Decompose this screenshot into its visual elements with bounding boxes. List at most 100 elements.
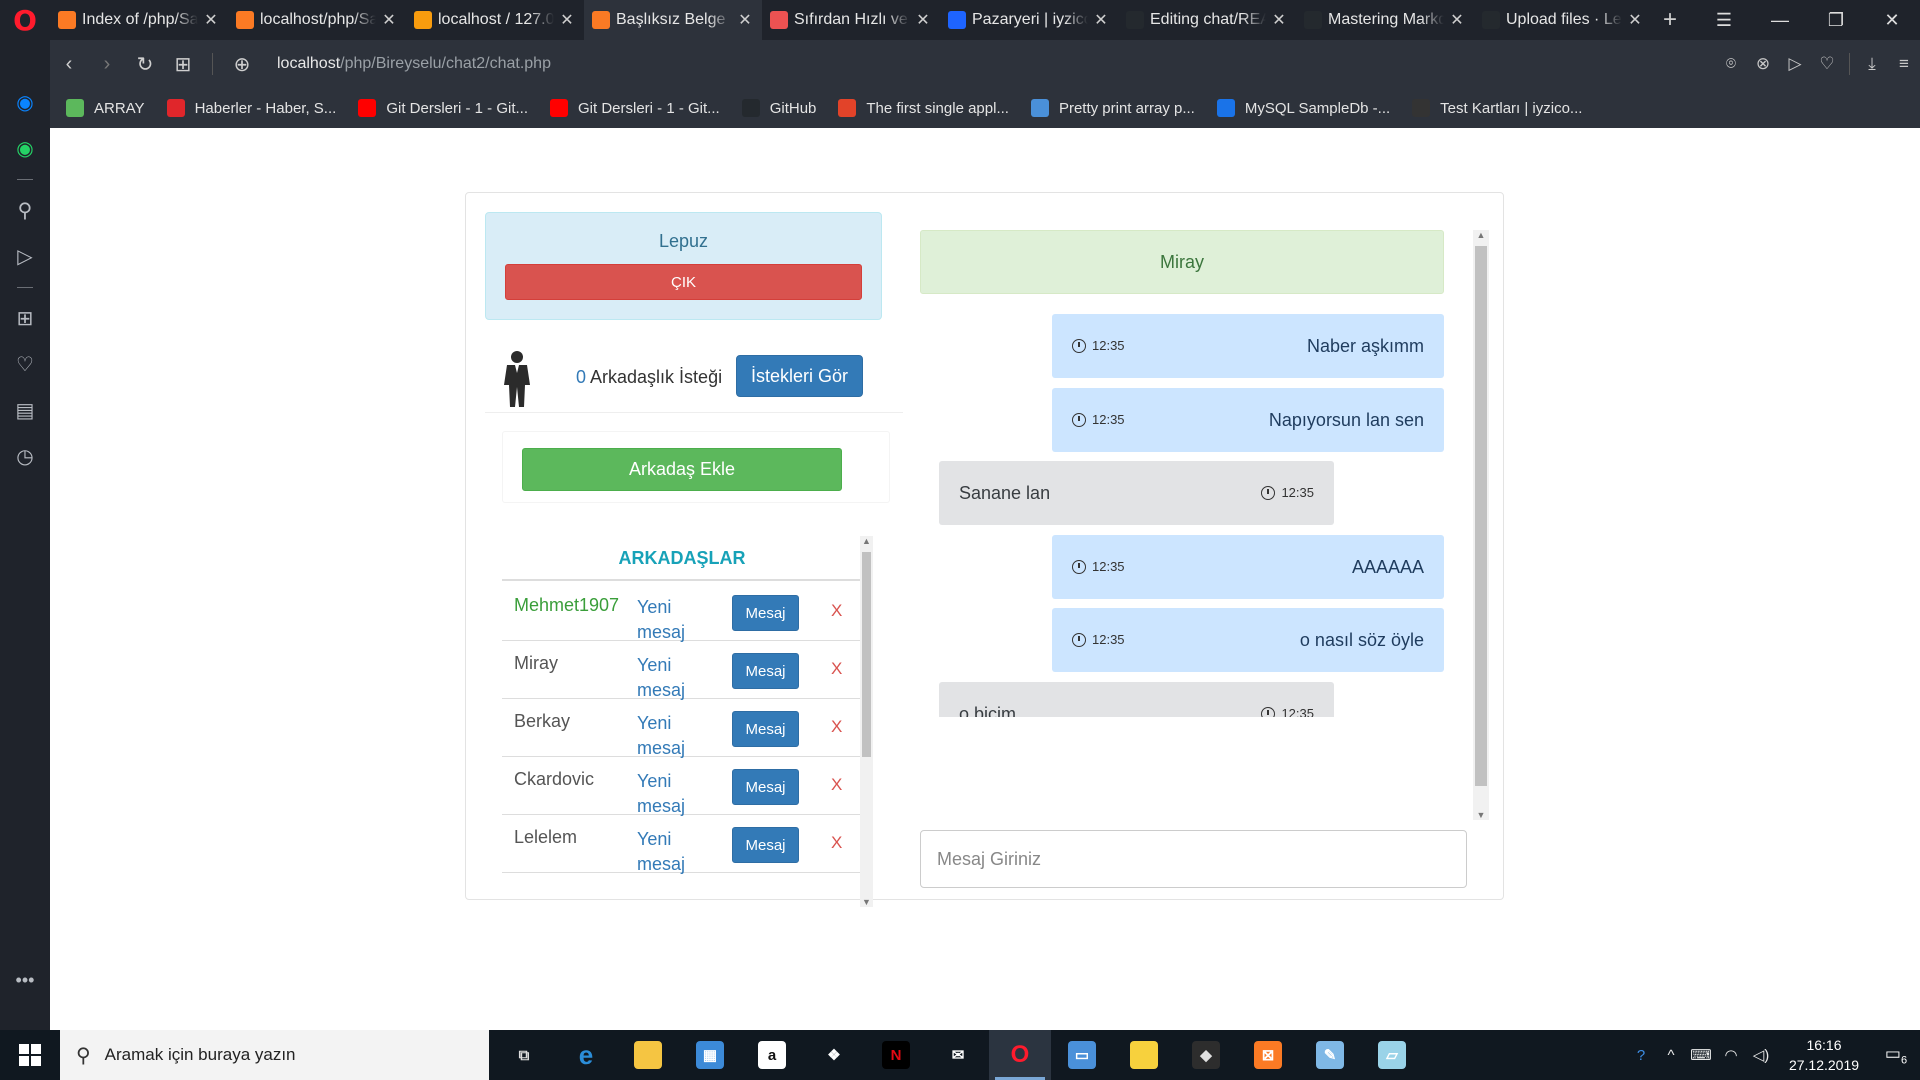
friend-name[interactable]: Mehmet1907 xyxy=(514,595,619,616)
site-info-icon[interactable]: ⊕ xyxy=(223,52,261,77)
more-icon[interactable]: ••• xyxy=(0,970,50,991)
close-tab-icon[interactable]: ✕ xyxy=(1092,10,1110,30)
reload-icon[interactable]: ↻ xyxy=(126,52,164,77)
messenger-icon[interactable]: ◉ xyxy=(0,90,50,115)
sticky-notes-icon[interactable] xyxy=(1113,1030,1175,1080)
new-message-link[interactable]: Yeni mesaj xyxy=(637,827,697,877)
edge-icon[interactable]: e xyxy=(555,1030,617,1080)
windows-start-icon[interactable] xyxy=(0,1030,60,1080)
browser-tab[interactable]: localhost / 127.0 ✕ xyxy=(406,0,584,40)
scroll-thumb[interactable] xyxy=(1475,246,1487,786)
whatsapp-icon[interactable]: ◉ xyxy=(0,136,50,161)
close-tab-icon[interactable]: ✕ xyxy=(1448,10,1466,30)
speed-dial-icon[interactable]: ⊞ xyxy=(164,52,202,77)
chevron-up-icon[interactable]: ^ xyxy=(1656,1047,1686,1064)
volume-icon[interactable]: ◁) xyxy=(1746,1046,1776,1064)
close-tab-icon[interactable]: ✕ xyxy=(380,10,398,30)
easy-setup-icon[interactable]: ≡ xyxy=(1888,54,1920,74)
history-icon[interactable]: ◷ xyxy=(0,444,50,469)
dropbox-icon[interactable]: ❖ xyxy=(803,1030,865,1080)
new-message-link[interactable]: Yeni mesaj xyxy=(637,711,697,761)
browser-tab[interactable]: localhost/php/Sa ✕ xyxy=(228,0,406,40)
remove-friend-button[interactable]: X xyxy=(831,717,842,737)
bookmark-item[interactable]: Test Kartları | iyzico... xyxy=(1412,99,1582,117)
bookmark-item[interactable]: ARRAY xyxy=(66,99,145,117)
opera-menu-icon[interactable]: O xyxy=(0,0,50,40)
minimize-icon[interactable]: — xyxy=(1752,0,1808,40)
news-icon[interactable]: ▤ xyxy=(0,398,50,423)
mail-icon[interactable]: ✉ xyxy=(927,1030,989,1080)
amazon-icon[interactable]: a xyxy=(741,1030,803,1080)
downloads-icon[interactable]: ⤓ xyxy=(1856,54,1888,74)
bookmark-item[interactable]: Haberler - Haber, S... xyxy=(166,99,336,117)
close-tab-icon[interactable]: ✕ xyxy=(1626,10,1644,30)
remove-friend-button[interactable]: X xyxy=(831,601,842,621)
scroll-down-icon[interactable]: ▼ xyxy=(860,897,873,907)
netflix-icon[interactable]: N xyxy=(865,1030,927,1080)
bookmark-item[interactable]: The first single appl... xyxy=(838,99,1009,117)
back-icon[interactable]: ‹ xyxy=(50,53,88,76)
keyboard-icon[interactable]: ⌨ xyxy=(1686,1046,1716,1064)
bookmark-item[interactable]: Git Dersleri - 1 - Git... xyxy=(358,99,528,117)
bookmark-item[interactable]: MySQL SampleDb -... xyxy=(1216,99,1390,117)
bookmarks-icon[interactable]: ♡ xyxy=(0,352,50,377)
url-field[interactable]: localhost/php/Bireyselu/chat2/chat.php xyxy=(277,55,551,73)
restore-icon[interactable]: ❐ xyxy=(1808,0,1864,40)
search-icon[interactable]: ⚲ xyxy=(0,198,50,223)
message-button[interactable]: Mesaj xyxy=(732,827,799,863)
new-message-link[interactable]: Yeni mesaj xyxy=(637,653,697,703)
speed-dial-icon[interactable]: ⊞ xyxy=(0,306,50,331)
message-button[interactable]: Mesaj xyxy=(732,711,799,747)
xampp-icon[interactable]: ⊠ xyxy=(1237,1030,1299,1080)
browser-tab[interactable]: Pazaryeri | iyzico ✕ xyxy=(940,0,1118,40)
friend-name[interactable]: Ckardovic xyxy=(514,769,594,790)
close-tab-icon[interactable]: ✕ xyxy=(914,10,932,30)
taskbar-search[interactable]: ⚲ Aramak için buraya yazın xyxy=(60,1030,489,1080)
close-tab-icon[interactable]: ✕ xyxy=(736,10,754,30)
friend-name[interactable]: Miray xyxy=(514,653,558,674)
send-icon[interactable]: ▷ xyxy=(1779,54,1811,74)
wifi-icon[interactable]: ◠ xyxy=(1716,1046,1746,1064)
scroll-down-icon[interactable]: ▼ xyxy=(1473,810,1489,820)
close-tab-icon[interactable]: ✕ xyxy=(1270,10,1288,30)
message-input[interactable] xyxy=(920,830,1467,888)
bookmark-item[interactable]: Pretty print array p... xyxy=(1030,99,1195,117)
task-view-icon[interactable]: ⧉ xyxy=(493,1030,555,1080)
message-button[interactable]: Mesaj xyxy=(732,769,799,805)
app-icon[interactable]: ▭ xyxy=(1051,1030,1113,1080)
taskbar-clock[interactable]: 16:16 27.12.2019 xyxy=(1776,1035,1872,1075)
browser-tab[interactable]: Editing chat/REA ✕ xyxy=(1118,0,1296,40)
notifications-icon[interactable]: ▭6 xyxy=(1872,1044,1920,1066)
help-icon[interactable]: ? xyxy=(1626,1047,1656,1064)
adblock-icon[interactable]: ⊗ xyxy=(1747,54,1779,74)
view-requests-button[interactable]: İstekleri Gör xyxy=(736,355,863,397)
opera-taskbar-icon[interactable]: O xyxy=(989,1030,1051,1080)
chat-scrollbar[interactable]: ▲ ▼ xyxy=(1473,230,1489,820)
browser-tab[interactable]: Başlıksız Belge ✕ xyxy=(584,0,762,40)
remove-friend-button[interactable]: X xyxy=(831,833,842,853)
snapshot-icon[interactable]: ⌾ xyxy=(1715,54,1747,74)
store-icon[interactable]: ▦ xyxy=(679,1030,741,1080)
remove-friend-button[interactable]: X xyxy=(831,775,842,795)
forward-icon[interactable]: › xyxy=(88,53,126,76)
new-tab-icon[interactable]: + xyxy=(1652,6,1688,34)
browser-tab[interactable]: Upload files · Lep ✕ xyxy=(1474,0,1652,40)
new-message-link[interactable]: Yeni mesaj xyxy=(637,769,697,819)
friends-scrollbar[interactable]: ▲ ▼ xyxy=(860,536,873,907)
message-button[interactable]: Mesaj xyxy=(732,595,799,631)
close-tab-icon[interactable]: ✕ xyxy=(558,10,576,30)
add-friend-button[interactable]: Arkadaş Ekle xyxy=(522,448,842,491)
remove-friend-button[interactable]: X xyxy=(831,659,842,679)
tab-menu-icon[interactable]: ☰ xyxy=(1696,0,1752,40)
close-tab-icon[interactable]: ✕ xyxy=(202,10,220,30)
scroll-up-icon[interactable]: ▲ xyxy=(860,536,873,546)
friend-name[interactable]: Berkay xyxy=(514,711,570,732)
new-message-link[interactable]: Yeni mesaj xyxy=(637,595,697,645)
paint-icon[interactable]: ✎ xyxy=(1299,1030,1361,1080)
bookmark-item[interactable]: GitHub xyxy=(741,99,816,117)
flow-icon[interactable]: ▷ xyxy=(0,244,50,269)
file-explorer-icon[interactable] xyxy=(617,1030,679,1080)
bookmark-item[interactable]: Git Dersleri - 1 - Git... xyxy=(550,99,720,117)
exit-button[interactable]: ÇIK xyxy=(505,264,862,300)
gitkraken-icon[interactable]: ◆ xyxy=(1175,1030,1237,1080)
